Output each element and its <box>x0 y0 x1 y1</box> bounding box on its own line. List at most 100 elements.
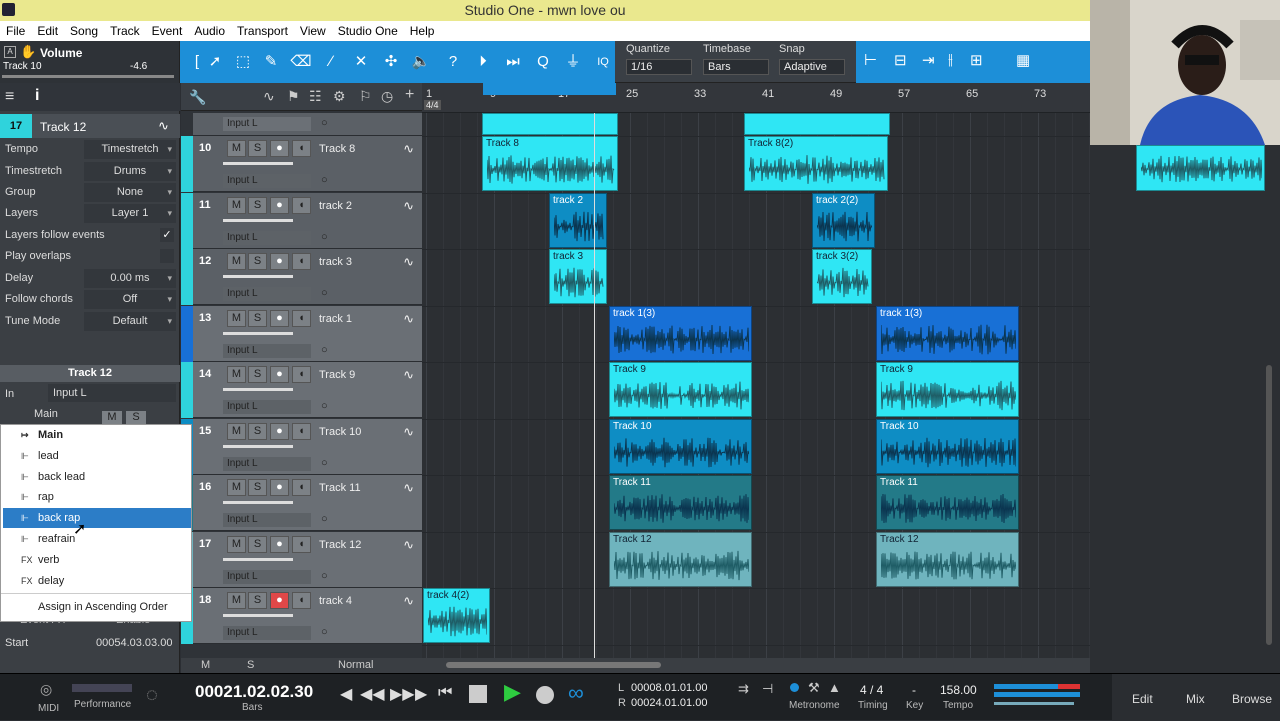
inspector-row-select[interactable]: Off <box>84 290 176 309</box>
grid-icon[interactable]: ⊞ <box>970 51 983 69</box>
monitor-button[interactable]: ◖ <box>292 196 311 214</box>
solo-button[interactable]: S <box>248 196 267 214</box>
horizontal-scrollbar[interactable] <box>446 662 661 668</box>
track-name[interactable]: Track 12 <box>319 539 361 551</box>
monitor-button[interactable]: ◖ <box>292 535 311 553</box>
track-row[interactable]: 14 M S ● ◖ Track 9 ∿ Input L ○ <box>181 362 422 418</box>
audio-clip[interactable]: track 3 <box>549 249 607 304</box>
monitor-button[interactable]: ◖ <box>292 253 311 270</box>
timebase-control[interactable]: Timebase Bars <box>703 43 769 75</box>
in-select[interactable]: Input L <box>48 384 176 402</box>
record-arm-button[interactable]: ● <box>270 422 289 440</box>
metronome-icon[interactable]: ▲ <box>828 680 841 695</box>
metronome-dot-icon[interactable] <box>790 683 799 692</box>
audio-clip[interactable]: Track 11 <box>609 475 752 530</box>
dropdown-item-rap[interactable]: ⊩ rap <box>3 487 191 507</box>
footer-mute[interactable]: M <box>201 659 210 671</box>
menu-item-studio-one[interactable]: Studio One <box>332 24 404 38</box>
monitor-icon[interactable]: ○ <box>321 287 328 299</box>
audio-clip[interactable]: track 1(3) <box>876 305 1019 361</box>
solo-button[interactable]: S <box>248 366 267 383</box>
audio-clip-partial[interactable] <box>482 113 618 135</box>
audio-clip[interactable]: Track 10 <box>876 418 1019 474</box>
dropdown-item-lead[interactable]: ⊩ lead <box>3 446 191 466</box>
layers-icon[interactable]: ⚙ <box>333 88 346 105</box>
track-volume-bar[interactable] <box>223 331 293 335</box>
track-input-select[interactable]: Input L <box>223 230 311 245</box>
audio-clip[interactable]: track 4(2) <box>423 588 490 643</box>
range-tool-icon[interactable]: ⬚ <box>232 51 254 73</box>
edit-button[interactable]: Edit <box>1132 692 1153 706</box>
snap-left-icon[interactable]: ⏵ <box>472 51 494 73</box>
inspector-track-header[interactable]: 17 Track 12 ∿ <box>0 114 180 138</box>
arrange-view[interactable]: Track 8 Track 8(2) track 2 track 2(2) track … <box>422 113 1090 658</box>
menu-item-file[interactable]: File <box>0 24 31 38</box>
monitor-button[interactable]: ◖ <box>292 422 311 440</box>
audio-clip[interactable]: Track 9 <box>609 362 752 417</box>
assign-ascending-item[interactable]: Assign in Ascending Order <box>38 601 168 613</box>
quantize-select[interactable]: 1/16 <box>626 59 692 75</box>
track-input-select[interactable]: Input L <box>223 513 311 527</box>
menu-item-transport[interactable]: Transport <box>231 24 294 38</box>
dropdown-item-delay[interactable]: FX delay <box>3 571 191 591</box>
monitor-icon[interactable]: ○ <box>321 626 328 638</box>
track-name[interactable]: Track 9 <box>319 369 355 381</box>
track-row[interactable]: 17 M S ● ◖ Track 12 ∿ Input L ○ <box>181 531 422 588</box>
track-volume-bar[interactable] <box>223 275 293 278</box>
inspector-row-select[interactable]: Layer 1 <box>84 204 176 223</box>
record-arm-button[interactable]: ● <box>270 140 289 157</box>
loop-range[interactable] <box>483 83 616 95</box>
monitor-icon[interactable]: ○ <box>321 231 328 243</box>
marker-icon[interactable]: ⚐ <box>359 88 372 105</box>
track-input-select[interactable]: Input L <box>223 456 311 471</box>
track-row[interactable]: 10 M S ● ◖ Track 8 ∿ Input L ○ <box>181 136 422 192</box>
footer-mode[interactable]: Normal <box>338 659 373 671</box>
automation-curve-icon[interactable]: ∿ <box>263 88 275 105</box>
mute-button[interactable]: M <box>227 479 246 496</box>
track-name[interactable]: Track 10 <box>319 426 361 438</box>
monitor-button[interactable]: ◖ <box>292 309 311 327</box>
track-input-select[interactable]: Input L <box>223 343 311 358</box>
audio-clip[interactable]: Track 9 <box>876 362 1019 417</box>
quantize-control[interactable]: Quantize 1/16 <box>626 43 692 75</box>
audio-clip[interactable]: track 1(3) <box>609 305 752 361</box>
key-value[interactable]: - <box>912 683 916 697</box>
snap-grid-icon[interactable]: ⊢ <box>864 51 877 69</box>
return-zero-icon[interactable]: ⏮ <box>438 684 452 702</box>
mute-tool-icon[interactable]: ✕ <box>350 51 372 73</box>
track-volume-bar[interactable] <box>223 388 293 391</box>
mute-button[interactable]: M <box>227 253 246 270</box>
track-name[interactable]: track 3 <box>319 256 352 268</box>
dropdown-item-reafrain[interactable]: ⊩ reafrain <box>3 529 191 549</box>
inspector-row-select[interactable]: None <box>84 183 176 202</box>
menu-icon[interactable]: ≡ <box>5 88 14 106</box>
menu-item-help[interactable]: Help <box>404 24 441 38</box>
loop-tool-icon[interactable]: ⏚ <box>562 51 584 73</box>
solo-button[interactable]: S <box>248 479 267 496</box>
track-volume-bar[interactable] <box>223 444 293 448</box>
inspector-row-timestretch[interactable]: Timestretch Drums <box>0 161 180 182</box>
list-icon[interactable]: ☷ <box>309 88 322 105</box>
inspector-row-follow-chords[interactable]: Follow chords Off <box>0 289 180 310</box>
inspector-row-select[interactable]: Drums <box>84 162 176 181</box>
monitor-button[interactable]: ◖ <box>292 140 311 157</box>
search-icon[interactable]: Q <box>532 51 554 73</box>
menu-item-event[interactable]: Event <box>146 24 189 38</box>
audio-clip[interactable]: track 2 <box>549 192 607 248</box>
channel-solo-button[interactable]: S <box>126 411 146 425</box>
audio-clip[interactable]: track 2(2) <box>812 192 875 248</box>
track-row[interactable]: 13 M S ● ◖ track 1 ∿ Input L ○ <box>181 305 422 362</box>
snap-cursor-icon[interactable]: ⇥ <box>922 51 935 69</box>
record-icon[interactable] <box>536 686 554 704</box>
monitor-icon[interactable]: ○ <box>321 344 328 356</box>
snap-control[interactable]: Snap Adaptive <box>779 43 845 75</box>
master-volume-slider[interactable] <box>994 702 1074 705</box>
precount-icon[interactable]: ⇉ <box>738 681 749 697</box>
record-arm-button[interactable]: ● <box>270 309 289 327</box>
inspector-row-tempo[interactable]: Tempo Timestretch <box>0 139 180 160</box>
rewind-start-icon[interactable]: ◀ <box>340 684 352 704</box>
dropdown-item-back-rap[interactable]: ⊩ back rap <box>3 508 191 529</box>
monitor-button[interactable]: ◖ <box>292 592 311 609</box>
track-row[interactable]: 12 M S ● ◖ track 3 ∿ Input L ○ <box>181 249 422 305</box>
metronome-settings-icon[interactable]: ⚒ <box>808 680 820 696</box>
